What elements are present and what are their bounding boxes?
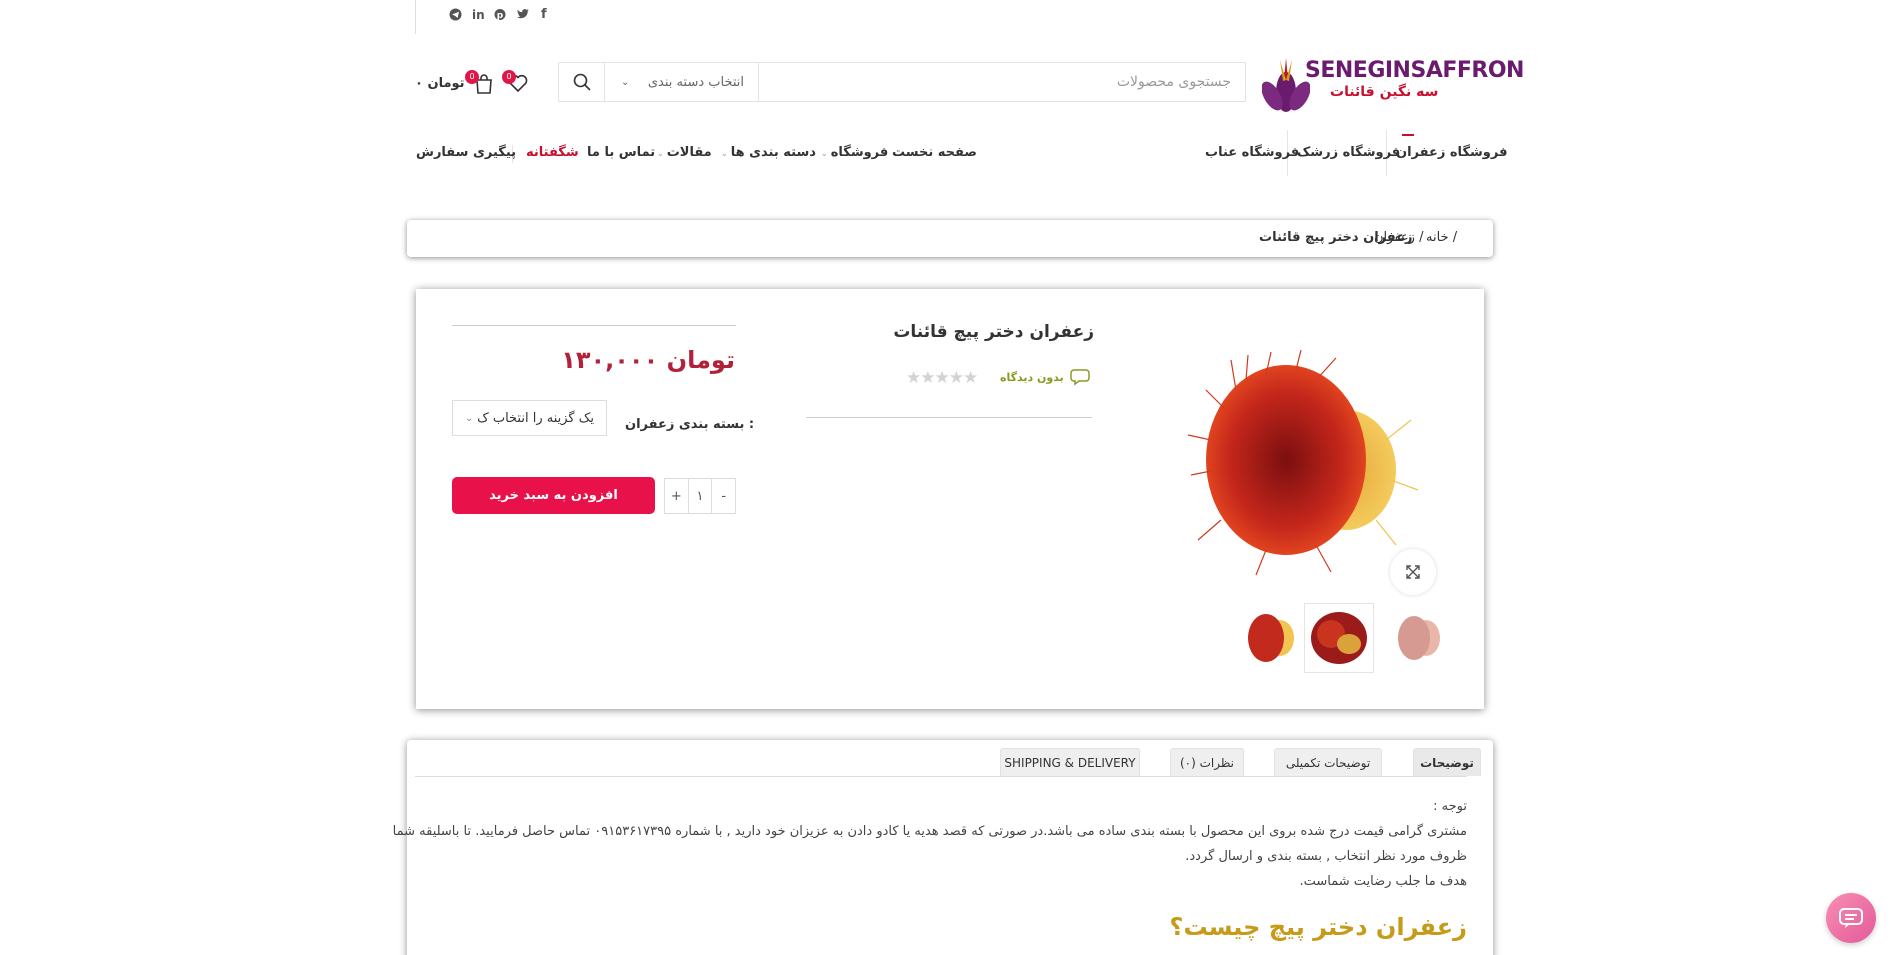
divider [806,417,1092,418]
nav-home[interactable]: صفحه نخست [892,145,977,163]
tab-reviews[interactable]: نظرات (۰) [1170,748,1244,776]
nav-shop[interactable]: ⌄ فروشگاه [821,145,888,163]
review-count[interactable]: بدون دیدگاه [1000,371,1064,384]
brand-subtitle: سه نگین قائنات [1330,84,1439,100]
chat-icon [1839,908,1863,928]
desc-note: توجه : [1433,799,1467,814]
brand-name: SENEGINSAFFRON [1305,58,1524,83]
new-marker [1402,134,1414,136]
category-select-label: انتخاب دسته بندی [647,74,744,90]
wishlist-count-badge: 0 [502,70,516,84]
rating-stars: ★★★★★ [906,368,978,388]
desc-line-2: ظروف مورد نظر انتخاب , بسته بندی و ارسال… [1185,849,1467,864]
tab-shipping[interactable]: SHIPPING & DELIVERY [1000,748,1140,776]
zoom-button[interactable] [1390,549,1436,595]
cart-total[interactable]: ۰ تومان [415,76,465,91]
chat-button[interactable] [1826,893,1876,943]
nav-categories[interactable]: ⌄ دسته بندی ها [721,145,816,163]
chevron-down-icon: ⌄ [821,149,828,158]
breadcrumb-current: زعفران دختر پیچ قائنات [1259,230,1413,245]
link-saffron-store[interactable]: فروشگاه زعفران [1396,145,1507,163]
telegram-icon[interactable] [449,8,462,25]
chevron-down-icon: ⌄ [465,412,474,424]
pinterest-icon[interactable]: p [494,8,506,25]
variation-select[interactable]: ⌄ یک گزینه را انتخاب ک [452,400,607,436]
product-main-image[interactable] [1186,349,1426,580]
link-jujube-store[interactable]: فروشگاه عناب [1205,145,1299,163]
qty-minus-button[interactable]: - [711,479,735,513]
svg-text:p: p [497,11,504,21]
divider [452,325,736,326]
tab-additional-info[interactable]: توضیحات تکمیلی [1274,748,1382,776]
expand-icon [1406,565,1420,579]
quantity-stepper: + ۱ - [664,478,736,514]
variation-select-value: یک گزینه را انتخاب ک [477,410,594,426]
topbar-divider [415,0,416,34]
search-button[interactable] [559,63,605,101]
product-price: ۱۳۰,۰۰۰ تومان [561,346,735,374]
twitter-icon[interactable] [516,8,530,24]
desc-line-3: هدف ما جلب رضایت شماست. [1299,874,1467,889]
tab-description[interactable]: توضیحات [1413,748,1481,776]
chevron-down-icon: ⌄ [721,149,728,158]
comment-icon[interactable] [1070,368,1092,390]
category-select[interactable]: ⌄ انتخاب دسته بندی [605,63,759,101]
product-title: زعفران دختر پیچ قائنات [893,322,1094,342]
search-icon [573,73,591,91]
linkedin-icon[interactable]: in [472,8,485,22]
chevron-down-icon: ⌄ [621,76,630,88]
nav-articles[interactable]: ⌄ مقالات [657,145,712,163]
product-thumbnail[interactable] [1236,604,1304,672]
search-bar: ⌄ انتخاب دسته بندی جستجوی محصولات [558,62,1246,102]
breadcrumb-home[interactable]: خانه / [1426,230,1457,245]
qty-input[interactable]: ۱ [687,479,712,513]
product-thumbnail[interactable] [1305,604,1373,672]
qty-plus-button[interactable]: + [665,479,688,513]
cart-count-badge: 0 [465,70,479,84]
nav-amazing-offers[interactable]: شگفتانه [526,145,579,163]
add-to-cart-button[interactable]: افزودن به سبد خرید [452,477,655,514]
tabs-divider [415,776,1467,777]
desc-line-1: مشتری گرامی قیمت درج شده بروی این محصول … [392,824,1467,839]
facebook-icon[interactable]: f [541,8,547,22]
search-input[interactable]: جستجوی محصولات [759,63,1245,101]
link-barberry-store[interactable]: فروشگاه زرشک [1297,145,1400,163]
header-tools: ۰ تومان [415,68,465,98]
chevron-down-icon: ⌄ [657,149,664,158]
section-heading: زعفران دختر پیچ چیست؟ [1169,913,1467,941]
nav-track-order[interactable]: پیگیری سفارش [416,145,516,163]
nav-contact[interactable]: تماس با ما [587,145,655,163]
variation-label: بسته بندی زعفران : [625,417,755,432]
product-thumbnail[interactable] [1384,604,1452,672]
